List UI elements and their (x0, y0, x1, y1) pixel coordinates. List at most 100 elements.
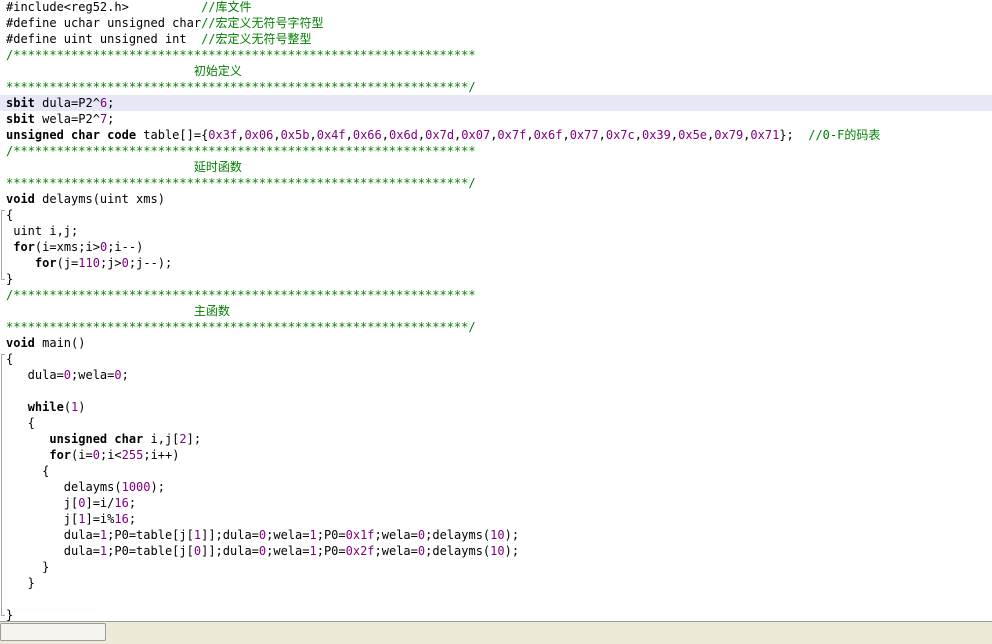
code-line[interactable]: j[0]=i/16; (0, 495, 992, 511)
code-line[interactable]: j[1]=i%16; (0, 511, 992, 527)
code-token: ; (128, 496, 137, 510)
code-line[interactable]: } (0, 271, 992, 287)
code-token: ;wela= (266, 544, 310, 558)
code-line[interactable] (0, 383, 992, 399)
code-line[interactable]: ****************************************… (0, 175, 992, 191)
code-line[interactable]: #include<reg52.h> //库文件 (0, 0, 992, 15)
scrollbar-thumb[interactable] (0, 623, 106, 641)
code-token: (i=xms;i> (34, 240, 100, 254)
code-line[interactable]: #define uchar unsigned char//宏定义无符号字符型 (0, 15, 992, 31)
code-token: void (6, 336, 35, 350)
code-text: { (6, 207, 13, 223)
code-token: 0x66 (352, 128, 382, 142)
code-line[interactable]: #define uint unsigned int //宏定义无符号整型 (0, 31, 992, 47)
code-line[interactable]: } (0, 607, 992, 621)
code-line[interactable]: } (0, 575, 992, 591)
code-editor[interactable]: #include<reg52.h> //库文件 #define uchar uns… (0, 0, 992, 621)
code-token: }; (779, 128, 809, 142)
code-line[interactable]: dula=1;P0=table[j[1]];dula=0;wela=1;P0=0… (0, 527, 992, 543)
code-line[interactable]: for(i=0;i<255;i++) (0, 447, 992, 463)
code-token: ( (63, 400, 72, 414)
code-token: 0x3f (208, 128, 238, 142)
code-line[interactable]: unsigned char code table[]={0x3f,0x06,0x… (0, 127, 992, 143)
code-token: (i= (71, 448, 93, 462)
code-line[interactable]: unsigned char i,j[2]; (0, 431, 992, 447)
code-token: ;P0=table[j[ (107, 544, 194, 558)
code-line[interactable]: 延时函数 (0, 159, 992, 175)
code-token: dula= (6, 528, 100, 542)
code-token: 0x79 (714, 128, 744, 142)
code-text: void main() (6, 335, 85, 351)
code-token: 0x7c (605, 128, 635, 142)
code-line[interactable]: void delayms(uint xms) (0, 191, 992, 207)
code-text: #define uchar unsigned char//宏定义无符号字符型 (6, 15, 324, 31)
code-token: ;delayms( (425, 544, 491, 558)
code-text: for(i=0;i<255;i++) (6, 447, 179, 463)
code-token: ]=i% (85, 512, 115, 526)
code-token: 16 (114, 512, 129, 526)
code-token: ;j--); (128, 256, 173, 270)
code-line[interactable]: dula=1;P0=table[j[0]];dula=0;wela=1;P0=0… (0, 543, 992, 559)
code-line[interactable]: /***************************************… (0, 47, 992, 63)
code-token: 0x71 (750, 128, 780, 142)
code-line[interactable]: void main() (0, 335, 992, 351)
code-line[interactable]: for(i=xms;i>0;i--) (0, 239, 992, 255)
code-line[interactable]: 初始定义 (0, 63, 992, 79)
code-line[interactable]: { (0, 463, 992, 479)
fold-marker-icon (0, 447, 5, 463)
code-token: , (562, 128, 570, 142)
code-text: { (6, 415, 35, 431)
code-line[interactable]: while(1) (0, 399, 992, 415)
code-token: , (273, 128, 281, 142)
code-token: ]; (186, 432, 202, 446)
code-text: #define uint unsigned int //宏定义无符号整型 (6, 31, 312, 47)
code-line[interactable]: dula=0;wela=0; (0, 367, 992, 383)
code-token: { (6, 464, 50, 478)
code-token: , (598, 128, 606, 142)
gutter (0, 63, 5, 79)
code-line[interactable]: /***************************************… (0, 143, 992, 159)
code-line[interactable]: sbit dula=P2^6; (0, 95, 992, 111)
fold-marker-icon (0, 511, 5, 527)
horizontal-scrollbar[interactable] (0, 621, 992, 644)
code-line[interactable]: { (0, 415, 992, 431)
code-token: for (34, 256, 57, 270)
code-line[interactable]: uint i,j; (0, 223, 992, 239)
gutter (0, 159, 5, 175)
code-token: while (27, 400, 64, 414)
code-line[interactable]: for(j=110;j>0;j--); (0, 255, 992, 271)
code-line[interactable]: ****************************************… (0, 319, 992, 335)
code-line[interactable] (0, 591, 992, 607)
code-line[interactable]: { (0, 351, 992, 368)
code-text: while(1) (6, 399, 86, 415)
code-line[interactable]: ****************************************… (0, 79, 992, 95)
code-token: 0x1f (345, 528, 375, 542)
fold-marker-icon (0, 415, 5, 431)
code-line[interactable]: { (0, 207, 992, 224)
code-token: 1 (193, 528, 202, 542)
fold-marker-icon (0, 255, 5, 271)
code-token: 1 (309, 544, 317, 558)
code-text: /***************************************… (6, 143, 476, 159)
code-token: ;P0=table[j[ (107, 528, 194, 542)
code-token: { (6, 416, 35, 430)
code-token: 0x5b (280, 128, 310, 142)
code-line[interactable]: delayms(1000); (0, 479, 992, 495)
code-text: dula=1;P0=table[j[1]];dula=0;wela=1;P0=0… (6, 527, 519, 543)
code-token: #define uchar unsigned char (6, 16, 202, 30)
code-line[interactable]: /***************************************… (0, 287, 992, 303)
fold-marker-icon (0, 495, 5, 511)
code-line[interactable]: } (0, 559, 992, 575)
code-token: 10 (490, 528, 505, 542)
code-token: //库文件 (201, 0, 252, 14)
code-line[interactable]: 主函数 (0, 303, 992, 319)
code-text: { (6, 463, 49, 479)
code-token: table[]={ (136, 128, 209, 142)
fold-marker-icon (0, 239, 5, 255)
code-token: 2 (179, 432, 187, 446)
gutter (0, 79, 5, 95)
code-token: sbit (6, 96, 35, 110)
code-line[interactable]: sbit wela=P2^7; (0, 111, 992, 127)
code-token: ;wela= (266, 528, 310, 542)
